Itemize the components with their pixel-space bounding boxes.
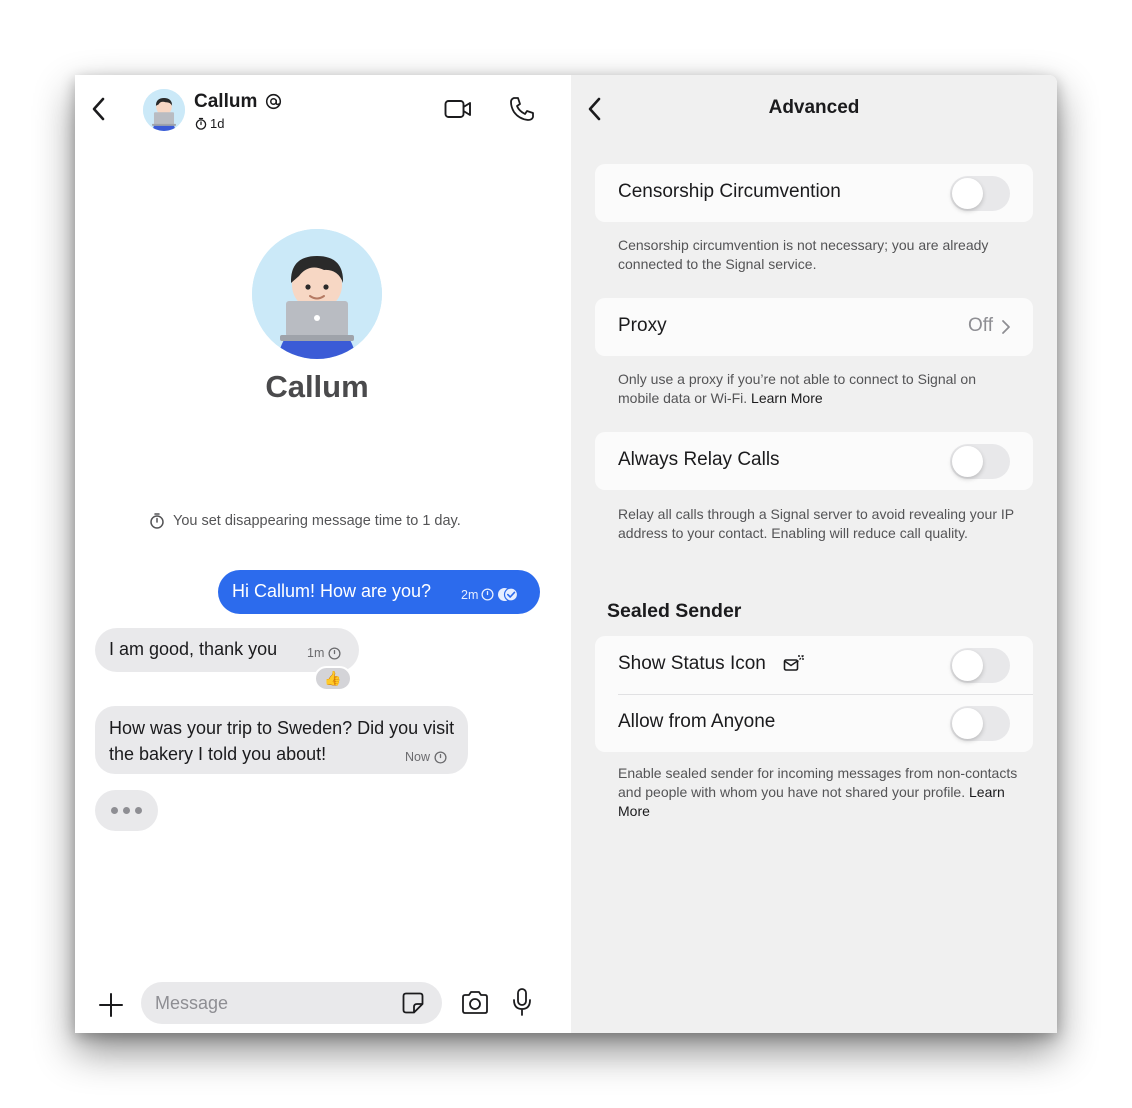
- avatar[interactable]: [143, 89, 185, 131]
- phone-icon: [510, 97, 534, 121]
- typing-indicator: [95, 790, 158, 831]
- sealed-sender-footer: Enable sealed sender for incoming messag…: [618, 764, 1018, 821]
- typing-dot: [111, 807, 118, 814]
- censorship-footer: Censorship circumvention is not necessar…: [618, 237, 989, 272]
- relay-label: Always Relay Calls: [618, 449, 780, 470]
- sealed-sender-header: Sealed Sender: [607, 600, 742, 622]
- message-field[interactable]: [141, 982, 442, 1024]
- censorship-card: Censorship Circumvention: [595, 164, 1033, 222]
- timer-icon: [481, 588, 494, 601]
- timer-icon: [150, 513, 164, 529]
- composer: [75, 975, 571, 1033]
- chevron-left-icon: [92, 97, 105, 121]
- advanced-settings-pane: Advanced Censorship Circumvention Censor…: [571, 75, 1057, 1033]
- relay-card: Always Relay Calls: [595, 432, 1033, 490]
- message-time: 1m: [307, 646, 325, 660]
- proxy-row[interactable]: Proxy Off: [595, 298, 1033, 356]
- timer-label: 1d: [210, 116, 225, 131]
- username-at-icon: [265, 93, 282, 110]
- person-with-laptop-icon: [252, 229, 382, 359]
- system-message-text: You set disappearing message time to 1 d…: [173, 512, 461, 529]
- timer-icon: [434, 750, 447, 764]
- attach-button[interactable]: [98, 992, 124, 1018]
- message-meta: 1m: [307, 646, 341, 660]
- message-time: Now: [405, 750, 431, 764]
- timer-icon: [328, 646, 341, 660]
- sealed-sender-card: Show Status Icon Allow from Anyone: [595, 636, 1033, 752]
- camera-button[interactable]: [460, 989, 490, 1017]
- censorship-row[interactable]: Censorship Circumvention: [595, 164, 1033, 222]
- typing-dot: [135, 807, 142, 814]
- message-meta: 2m: [461, 587, 519, 602]
- allow-from-anyone-toggle[interactable]: [950, 706, 1010, 741]
- person-with-laptop-icon: [143, 89, 185, 131]
- message-text: Hi Callum! How are you?: [232, 581, 432, 601]
- timer-icon: [195, 117, 207, 130]
- reaction-thumbs-up[interactable]: 👍: [314, 666, 352, 691]
- disappearing-timer: 1d: [195, 116, 224, 131]
- proxy-value: Off: [968, 315, 993, 336]
- typing-dot: [123, 807, 130, 814]
- message-input[interactable]: [155, 982, 385, 1024]
- censorship-toggle[interactable]: [950, 176, 1010, 211]
- read-receipt-icon: [498, 587, 519, 602]
- proxy-card: Proxy Off: [595, 298, 1033, 356]
- relay-footer: Relay all calls through a Signal server …: [618, 506, 1014, 541]
- message-bubble-incoming[interactable]: How was your trip to Sweden? Did you vis…: [95, 706, 468, 774]
- show-status-icon-label: Show Status Icon: [618, 653, 766, 674]
- chat-pane: Callum 1d Callum You set disappearing me…: [75, 75, 571, 1033]
- censorship-label: Censorship Circumvention: [618, 181, 841, 202]
- proxy-label: Proxy: [618, 315, 667, 336]
- voice-call-button[interactable]: [508, 95, 536, 123]
- microphone-icon: [513, 988, 531, 1016]
- chevron-right-icon: [1002, 320, 1010, 334]
- app-window: Callum 1d Callum You set disappearing me…: [75, 75, 1057, 1033]
- show-status-icon-row[interactable]: Show Status Icon: [595, 636, 1033, 694]
- message-meta: Now: [405, 750, 447, 764]
- relay-toggle[interactable]: [950, 444, 1010, 479]
- back-button[interactable]: [89, 95, 109, 123]
- message-time: 2m: [461, 587, 479, 602]
- camera-icon: [462, 991, 488, 1014]
- contact-avatar-large[interactable]: [252, 229, 382, 359]
- sealed-sender-footer-text: Enable sealed sender for incoming messag…: [618, 765, 1018, 800]
- relay-row[interactable]: Always Relay Calls: [595, 432, 1033, 490]
- proxy-learn-more-link[interactable]: Learn More: [751, 390, 823, 406]
- toggle-knob: [952, 446, 983, 477]
- microphone-button[interactable]: [511, 987, 533, 1017]
- sticker-icon: [402, 992, 424, 1014]
- toggle-knob: [952, 650, 983, 681]
- plus-icon: [99, 993, 123, 1017]
- page-title: Advanced: [768, 97, 860, 118]
- divider: [618, 694, 1033, 695]
- chat-header: Callum 1d: [75, 75, 571, 145]
- sticker-button[interactable]: [401, 991, 425, 1015]
- message-bubble-outgoing[interactable]: Hi Callum! How are you? 2m: [218, 570, 540, 614]
- proxy-footer: Only use a proxy if you’re not able to c…: [618, 370, 1018, 408]
- message-text: I am good, thank you: [109, 639, 278, 659]
- video-camera-icon: [444, 100, 471, 118]
- video-call-button[interactable]: [444, 97, 472, 121]
- message-bubble-incoming[interactable]: I am good, thank you 1m: [95, 628, 359, 672]
- contact-name-large: Callum: [265, 369, 369, 404]
- allow-from-anyone-label: Allow from Anyone: [618, 711, 776, 732]
- toggle-knob: [952, 708, 983, 739]
- show-status-icon-toggle[interactable]: [950, 648, 1010, 683]
- sealed-sender-icon: [783, 655, 804, 671]
- allow-from-anyone-row[interactable]: Allow from Anyone: [595, 694, 1033, 752]
- system-message: You set disappearing message time to 1 d…: [149, 512, 461, 529]
- toggle-knob: [952, 178, 983, 209]
- contact-name[interactable]: Callum: [194, 91, 257, 113]
